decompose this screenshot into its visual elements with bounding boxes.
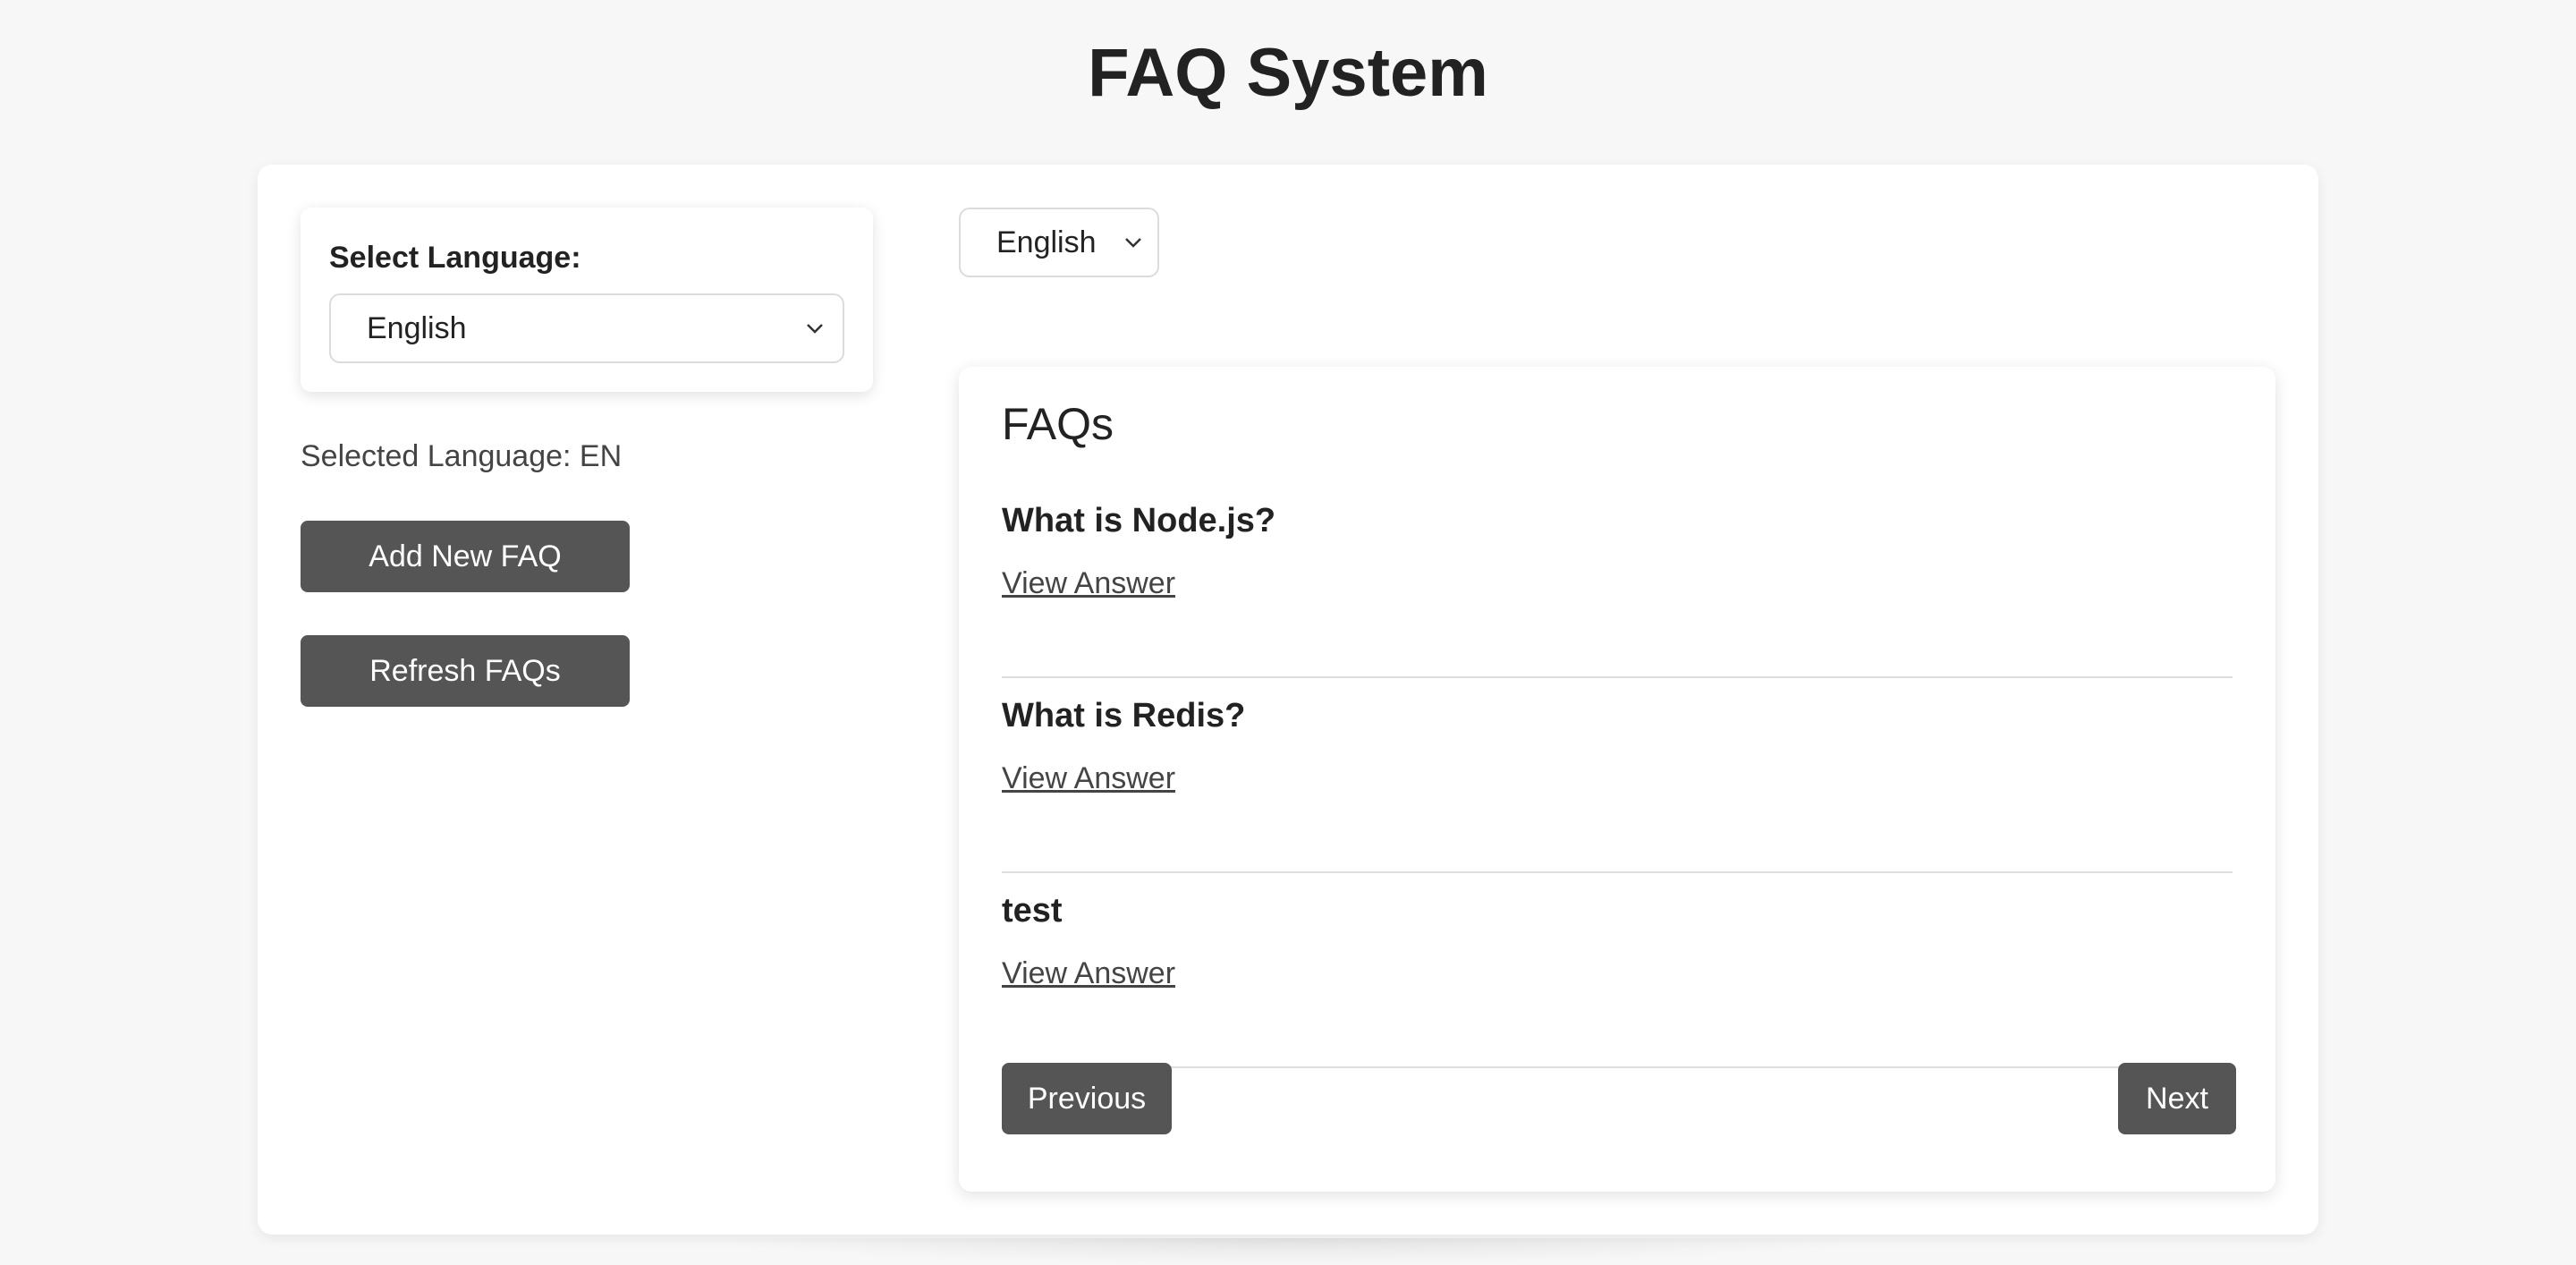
faq-card: FAQs What is Node.js? View Answer What i… (959, 367, 2275, 1192)
faq-item: What is Redis? View Answer (1002, 678, 2233, 873)
view-answer-link[interactable]: View Answer (1002, 954, 1175, 993)
language-card: Select Language: English (301, 208, 873, 392)
faq-item: What is Node.js? View Answer (1002, 483, 2233, 678)
page-title: FAQ System (1088, 35, 1488, 111)
language-select-value: English (367, 310, 467, 345)
faq-question: What is Node.js? (1002, 502, 1276, 539)
bottom-shadow (698, 1238, 1878, 1265)
add-faq-button[interactable]: Add New FAQ (301, 521, 630, 592)
view-answer-link[interactable]: View Answer (1002, 759, 1175, 798)
top-language-select-value: English (996, 225, 1097, 259)
chevron-down-icon (1123, 236, 1143, 249)
chevron-down-icon (805, 322, 825, 335)
previous-button[interactable]: Previous (1002, 1063, 1172, 1134)
refresh-faqs-button[interactable]: Refresh FAQs (301, 635, 630, 707)
select-language-label: Select Language: (329, 241, 581, 275)
faq-list: What is Node.js? View Answer What is Red… (1002, 483, 2233, 1068)
language-select[interactable]: English (329, 293, 844, 363)
next-button[interactable]: Next (2118, 1063, 2236, 1134)
view-answer-link[interactable]: View Answer (1002, 564, 1175, 603)
main-container: Select Language: English Selected Langua… (258, 165, 2318, 1235)
faq-question: What is Redis? (1002, 697, 1246, 734)
faq-heading: FAQs (1002, 399, 1114, 449)
selected-language-text: Selected Language: EN (301, 439, 623, 473)
faq-question: test (1002, 892, 1063, 930)
top-language-select[interactable]: English (959, 208, 1159, 277)
faq-item: test View Answer (1002, 873, 2233, 1068)
page: FAQ System Select Language: English Sele… (0, 0, 2576, 1265)
